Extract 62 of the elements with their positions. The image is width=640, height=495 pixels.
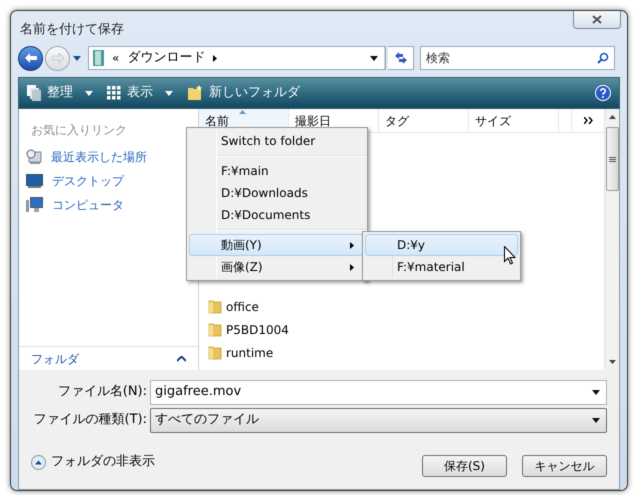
submenu-arrow-icon	[213, 54, 218, 62]
sort-arrow-icon	[239, 110, 246, 114]
collapse-icon	[177, 356, 186, 362]
folder-icon	[93, 50, 104, 66]
grip-icon	[608, 156, 616, 162]
field-label: ファイル名(N):	[56, 383, 148, 402]
close-icon	[592, 15, 602, 24]
column-header[interactable]: サイズ	[469, 109, 559, 132]
desktop-icon	[26, 174, 43, 188]
back-button[interactable]	[18, 46, 43, 70]
dropdown-caret-icon	[592, 418, 600, 422]
breadcrumb-overflow[interactable]: «	[112, 49, 120, 67]
address-bar[interactable]: « ダウンロード	[88, 46, 386, 70]
search-icon	[597, 52, 609, 64]
refresh-button[interactable]	[388, 46, 414, 70]
scroll-thumb[interactable]	[606, 127, 618, 191]
file-row[interactable]: runtime	[208, 341, 604, 364]
clock-computer-icon	[26, 149, 42, 165]
file-row[interactable]: office	[208, 295, 604, 318]
file-row[interactable]: P5BD1004	[208, 318, 604, 341]
help-icon[interactable]	[595, 85, 611, 101]
save-button[interactable]: 保存(S)	[422, 455, 507, 477]
search-field[interactable]: 検索	[420, 46, 615, 70]
scroll-down-icon[interactable]	[608, 360, 616, 364]
breadcrumb-item[interactable]: ダウンロード	[127, 48, 206, 68]
caret-icon	[165, 90, 173, 96]
caret-icon	[73, 56, 81, 60]
menu-item[interactable]: F:¥material	[365, 256, 518, 278]
dropdown-caret-icon	[592, 390, 600, 394]
menu-item[interactable]: 動画(Y)	[189, 234, 365, 256]
menu-item[interactable]: 画像(Z)	[189, 256, 365, 278]
file-type-dropdown[interactable]: すべてのファイル	[150, 408, 607, 432]
dropdown-caret-icon	[370, 56, 378, 60]
right-arrow-icon	[52, 53, 64, 63]
folder-icon	[208, 345, 222, 360]
field-label: ファイルの種類(T):	[32, 411, 148, 430]
folder-icon	[208, 299, 222, 314]
section-title: お気に入りリンク	[31, 122, 128, 139]
file-name-field[interactable]: gigafree.mov	[150, 380, 607, 404]
menu-item[interactable]: D:¥y	[365, 234, 518, 256]
grid-view-icon	[107, 86, 121, 100]
window-title: 名前を付けて保存	[20, 21, 124, 39]
collapse-icon	[31, 454, 46, 470]
caret-icon	[85, 90, 93, 96]
close-button[interactable]	[573, 11, 621, 29]
cancel-button[interactable]: キャンセル	[522, 455, 607, 477]
computer-icon	[26, 197, 43, 213]
folder-icon	[208, 322, 222, 337]
toolbar-button[interactable]: 新しいフォルダ	[187, 83, 300, 103]
pointer-icon	[504, 246, 516, 265]
hide-folders-button[interactable]: フォルダの非表示	[31, 452, 155, 472]
submenu-arrow-icon	[350, 264, 354, 270]
new-folder-icon	[187, 85, 203, 101]
refresh-icon	[394, 52, 408, 64]
scroll-up-icon[interactable]	[608, 115, 616, 119]
submenu-arrow-icon	[350, 242, 354, 248]
column-header[interactable]: タグ	[379, 109, 469, 132]
toolbar-menu[interactable]: 整理	[27, 83, 93, 103]
left-arrow-icon	[24, 53, 36, 63]
more-columns-icon[interactable]	[584, 117, 592, 124]
toolbar-menu[interactable]: 表示	[107, 83, 173, 103]
pages-icon	[27, 85, 41, 101]
